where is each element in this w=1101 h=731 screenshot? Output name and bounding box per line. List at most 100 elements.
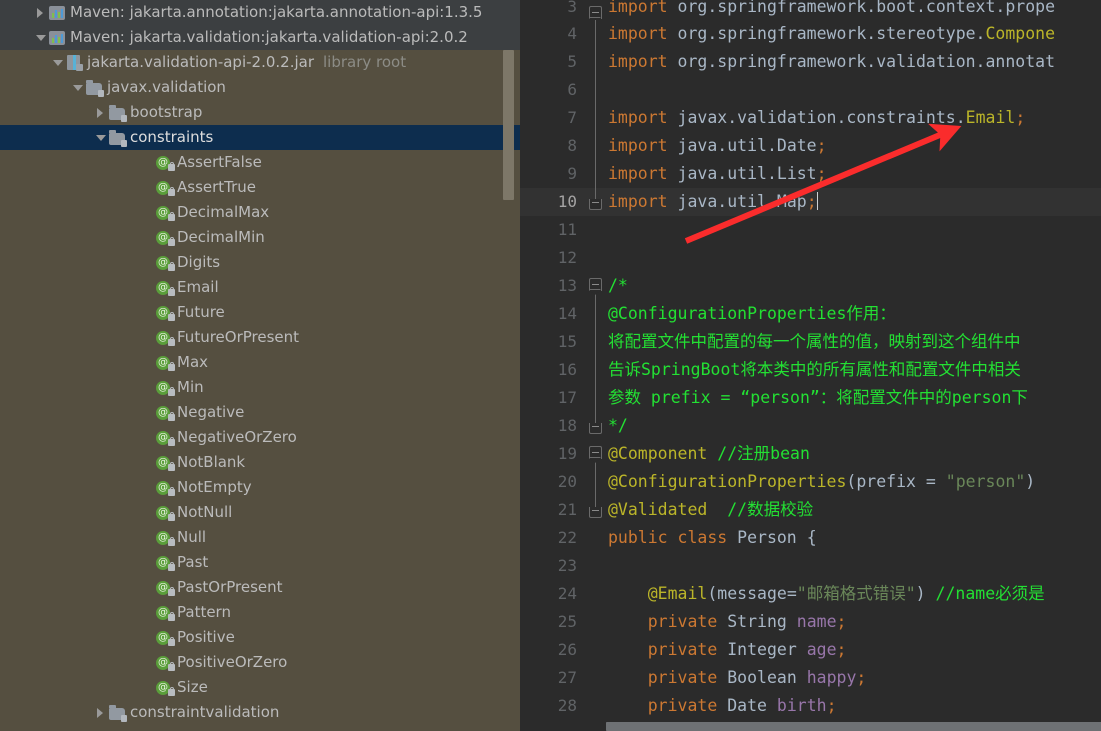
- code-fold-gutter[interactable]: [586, 0, 606, 20]
- tree-row[interactable]: jakarta.validation-api-2.0.2.jar library …: [0, 50, 520, 75]
- tree-row[interactable]: javax.validation: [0, 75, 520, 100]
- code-line[interactable]: 11: [520, 216, 1101, 244]
- tree-row[interactable]: @ Future: [0, 300, 520, 325]
- code-fold-gutter[interactable]: [586, 132, 606, 160]
- tree-row[interactable]: @ PastOrPresent: [0, 575, 520, 600]
- tree-row[interactable]: @ Null: [0, 525, 520, 550]
- code-fold-gutter[interactable]: [586, 636, 606, 664]
- tree-row[interactable]: @ NotNull: [0, 500, 520, 525]
- code-text[interactable]: import org.springframework.boot.context.…: [606, 0, 1101, 20]
- code-fold-gutter[interactable]: [586, 664, 606, 692]
- tree-row[interactable]: @ DecimalMax: [0, 200, 520, 225]
- tree-row[interactable]: @ Email: [0, 275, 520, 300]
- code-line[interactable]: 6: [520, 76, 1101, 104]
- tree-scrollbar-track[interactable]: [503, 0, 517, 731]
- code-text[interactable]: import java.util.List;: [606, 160, 1101, 188]
- code-text[interactable]: @Component //注册bean: [606, 440, 1101, 468]
- tree-row[interactable]: Maven: jakarta.validation:jakarta.valida…: [0, 25, 520, 50]
- code-line[interactable]: 22 public class Person {: [520, 524, 1101, 552]
- tree-row[interactable]: @ Negative: [0, 400, 520, 425]
- code-fold-gutter[interactable]: [586, 300, 606, 328]
- chevron-right-icon[interactable]: [93, 700, 109, 725]
- tree-scrollbar-thumb[interactable]: [503, 50, 514, 200]
- code-fold-gutter[interactable]: [586, 76, 606, 104]
- code-text[interactable]: private Date birth;: [606, 692, 1101, 720]
- code-text[interactable]: import java.util.Map;: [606, 188, 1101, 216]
- code-line[interactable]: 16 告诉SpringBoot将本类中的所有属性和配置文件中相关: [520, 356, 1101, 384]
- tree-row[interactable]: @ Pattern: [0, 600, 520, 625]
- tree-row[interactable]: @ Positive: [0, 625, 520, 650]
- code-text[interactable]: import org.springframework.validation.an…: [606, 48, 1101, 76]
- code-line[interactable]: 28 private Date birth;: [520, 692, 1101, 720]
- code-text[interactable]: import javax.validation.constraints.Emai…: [606, 104, 1101, 132]
- code-line[interactable]: 3 import org.springframework.boot.context…: [520, 0, 1101, 20]
- code-line[interactable]: 24 @Email(message="邮箱格式错误") //name必须是: [520, 580, 1101, 608]
- tree-row[interactable]: Maven: jakarta.annotation:jakarta.annota…: [0, 0, 520, 25]
- code-fold-gutter[interactable]: [586, 692, 606, 720]
- tree-row[interactable]: @ FutureOrPresent: [0, 325, 520, 350]
- code-text[interactable]: private Integer age;: [606, 636, 1101, 664]
- code-text[interactable]: @Email(message="邮箱格式错误") //name必须是: [606, 580, 1101, 608]
- tree-row[interactable]: @ Min: [0, 375, 520, 400]
- code-line[interactable]: 9 import java.util.List;: [520, 160, 1101, 188]
- editor-horizontal-scrollbar[interactable]: [606, 722, 1101, 731]
- code-line[interactable]: 10 import java.util.Map;: [520, 188, 1101, 216]
- code-fold-gutter[interactable]: [586, 384, 606, 412]
- code-line[interactable]: 18 */: [520, 412, 1101, 440]
- tree-row[interactable]: constraintvalidation: [0, 700, 520, 725]
- code-line[interactable]: 8 import java.util.Date;: [520, 132, 1101, 160]
- code-text[interactable]: public class Person {: [606, 524, 1101, 552]
- code-text[interactable]: [606, 552, 1101, 580]
- code-text[interactable]: 将配置文件中配置的每一个属性的值，映射到这个组件中: [606, 328, 1101, 356]
- project-tree-panel[interactable]: Maven: jakarta.annotation:jakarta.annota…: [0, 0, 520, 731]
- code-fold-gutter[interactable]: [586, 48, 606, 76]
- code-text[interactable]: import org.springframework.stereotype.Co…: [606, 20, 1101, 48]
- code-fold-gutter[interactable]: [586, 412, 606, 440]
- code-fold-gutter[interactable]: [586, 440, 606, 468]
- tree-row[interactable]: @ AssertFalse: [0, 150, 520, 175]
- tree-row[interactable]: @ DecimalMin: [0, 225, 520, 250]
- chevron-down-icon[interactable]: [33, 25, 49, 50]
- code-line[interactable]: 15 将配置文件中配置的每一个属性的值，映射到这个组件中: [520, 328, 1101, 356]
- code-line[interactable]: 21 @Validated //数据校验: [520, 496, 1101, 524]
- editor-horizontal-scrollbar-thumb[interactable]: [606, 722, 1101, 731]
- code-text[interactable]: /*: [606, 272, 1101, 300]
- code-fold-gutter[interactable]: [586, 188, 606, 216]
- code-fold-gutter[interactable]: [586, 160, 606, 188]
- chevron-right-icon[interactable]: [33, 0, 49, 25]
- code-fold-gutter[interactable]: [586, 552, 606, 580]
- tree-row[interactable]: @ NegativeOrZero: [0, 425, 520, 450]
- code-text[interactable]: @Validated //数据校验: [606, 496, 1101, 524]
- code-fold-gutter[interactable]: [586, 580, 606, 608]
- tree-row[interactable]: @ Digits: [0, 250, 520, 275]
- code-line[interactable]: 17 参数 prefix = “person”：将配置文件中的person下: [520, 384, 1101, 412]
- code-line[interactable]: 26 private Integer age;: [520, 636, 1101, 664]
- code-fold-gutter[interactable]: [586, 608, 606, 636]
- code-line[interactable]: 14 @ConfigurationProperties作用：: [520, 300, 1101, 328]
- code-editor-panel[interactable]: 3 import org.springframework.boot.context…: [520, 0, 1101, 731]
- code-text[interactable]: [606, 76, 1101, 104]
- code-line[interactable]: 12: [520, 244, 1101, 272]
- code-text[interactable]: private Boolean happy;: [606, 664, 1101, 692]
- code-fold-gutter[interactable]: [586, 272, 606, 300]
- code-line[interactable]: 5 import org.springframework.validation.a…: [520, 48, 1101, 76]
- chevron-down-icon[interactable]: [70, 75, 86, 100]
- code-fold-gutter[interactable]: [586, 244, 606, 272]
- code-text[interactable]: */: [606, 412, 1101, 440]
- code-text[interactable]: @ConfigurationProperties(prefix = "perso…: [606, 468, 1101, 496]
- code-text[interactable]: import java.util.Date;: [606, 132, 1101, 160]
- code-fold-gutter[interactable]: [586, 328, 606, 356]
- code-fold-gutter[interactable]: [586, 468, 606, 496]
- tree-row[interactable]: constraints: [0, 125, 520, 150]
- code-fold-gutter[interactable]: [586, 104, 606, 132]
- code-line[interactable]: 25 private String name;: [520, 608, 1101, 636]
- chevron-right-icon[interactable]: [93, 100, 109, 125]
- code-line[interactable]: 27 private Boolean happy;: [520, 664, 1101, 692]
- code-text[interactable]: 告诉SpringBoot将本类中的所有属性和配置文件中相关: [606, 356, 1101, 384]
- tree-row[interactable]: @ Past: [0, 550, 520, 575]
- chevron-down-icon[interactable]: [50, 50, 66, 75]
- tree-row[interactable]: @ NotEmpty: [0, 475, 520, 500]
- code-line[interactable]: 4 import org.springframework.stereotype.C…: [520, 20, 1101, 48]
- code-fold-gutter[interactable]: [586, 356, 606, 384]
- code-line[interactable]: 19 @Component //注册bean: [520, 440, 1101, 468]
